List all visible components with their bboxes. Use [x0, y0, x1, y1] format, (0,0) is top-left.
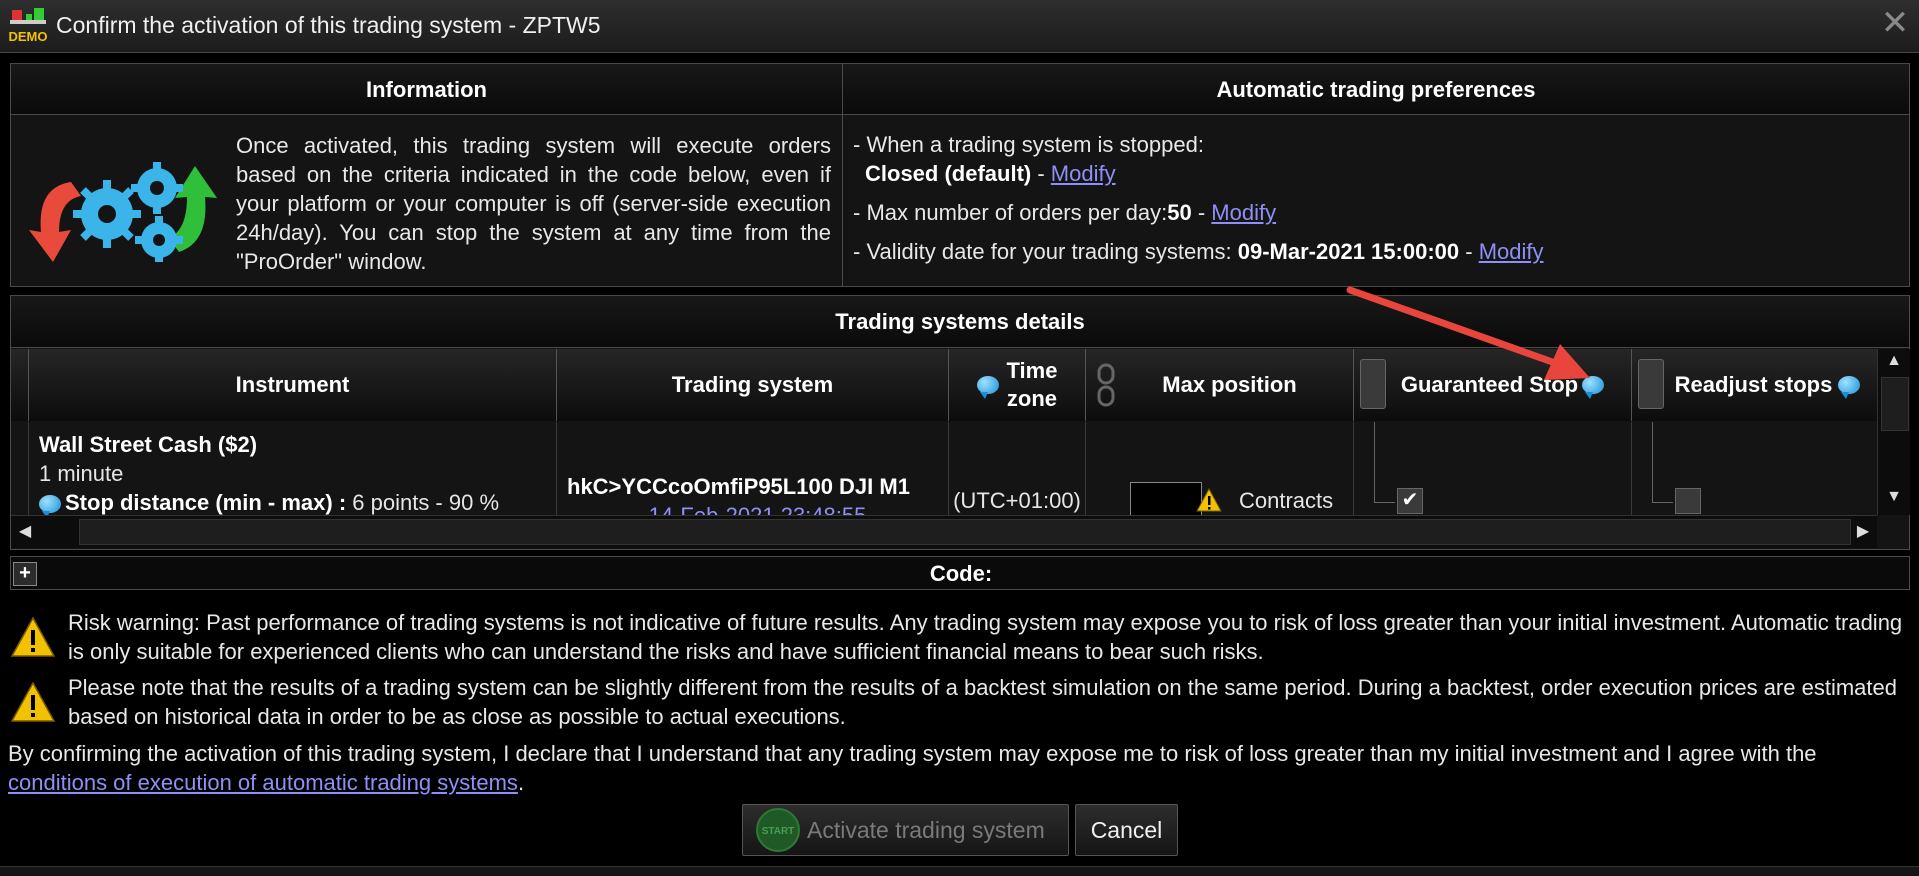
vertical-scroll-thumb[interactable] [1881, 377, 1909, 431]
information-text: Once activated, this trading system will… [236, 133, 831, 274]
declaration-text: By confirming the activation of this tra… [8, 741, 1817, 766]
column-trading-system[interactable]: Trading system [557, 349, 949, 421]
column-readjust-stops[interactable]: Readjust stops [1632, 349, 1877, 421]
instrument-name: Wall Street Cash ($2) [39, 432, 258, 457]
scroll-right-icon[interactable]: ▶ [1851, 520, 1875, 544]
modify-stopped-link[interactable]: Modify [1051, 161, 1116, 186]
time-zone-value: (UTC+01:00) [953, 488, 1081, 513]
pref-max-orders-row: - Max number of orders per day:50 - Modi… [853, 198, 1543, 227]
horizontal-scroll-thumb[interactable] [79, 519, 1851, 545]
activate-label: Activate trading system [807, 816, 1045, 843]
pref-separator: - [1031, 161, 1051, 186]
instrument-timeframe: 1 minute [39, 461, 124, 486]
column-handle [11, 349, 29, 421]
link-chain-icon[interactable] [1360, 359, 1386, 409]
warning-icon [10, 616, 56, 657]
scroll-down-icon[interactable]: ▼ [1882, 485, 1906, 509]
modify-validity-link[interactable]: Modify [1479, 239, 1544, 264]
cancel-button[interactable]: Cancel [1075, 804, 1178, 856]
pref-separator: - [1459, 239, 1479, 264]
column-max-position[interactable]: Max position [1086, 349, 1354, 421]
code-panel: + Code: [10, 556, 1910, 590]
time-zone-line2: zone [1006, 386, 1058, 411]
conditions-link[interactable]: conditions of execution of automatic tra… [8, 770, 518, 795]
preferences-panel: Automatic trading preferences - When a t… [842, 63, 1910, 287]
demo-badge-icon: DEMO [9, 8, 48, 44]
stop-distance-value: 6 points - 90 % [346, 490, 500, 515]
details-header: Trading systems details [11, 296, 1909, 348]
info-bubble-icon[interactable] [1582, 376, 1605, 399]
horizontal-scrollbar[interactable]: ◀ ▶ [11, 515, 1877, 548]
modify-max-orders-link[interactable]: Modify [1211, 200, 1276, 225]
details-panel: Trading systems details Instrument Tradi… [10, 295, 1910, 550]
guaranteed-stop-checkbox[interactable]: ✔ [1397, 488, 1423, 514]
risk-warning-text: Risk warning: Past performance of tradin… [68, 610, 1903, 664]
demo-badge-text: DEMO [9, 29, 48, 44]
start-icon-text: START [762, 826, 795, 837]
trading-system-name: hkC>YCCcoOmfiP95L100 DJI M1 [567, 474, 910, 499]
link-chain-icon[interactable] [1638, 359, 1664, 409]
cell-trading-system: hkC>YCCcoOmfiP95L100 DJI M1 14-Feb-2021 … [557, 422, 949, 515]
info-bubble-icon[interactable] [1838, 376, 1861, 399]
declaration: By confirming the activation of this tra… [8, 739, 1888, 797]
cell-readjust-stops [1632, 422, 1877, 515]
tree-connector [1374, 422, 1395, 503]
pref-max-orders-value: 50 [1167, 200, 1192, 225]
details-table: Instrument Trading system Time zone Max p… [11, 349, 1877, 515]
column-readjust-stops-label: Readjust stops [1674, 372, 1833, 397]
pref-stopped-row: Closed (default) - Modify [853, 159, 1543, 188]
declaration-end: . [517, 770, 525, 795]
cell-guaranteed-stop: ✔ [1354, 422, 1632, 515]
cell-max-position: Contracts [1086, 422, 1354, 515]
scroll-left-icon[interactable]: ◀ [13, 520, 37, 544]
column-max-position-label: Max position [1162, 372, 1297, 397]
column-guaranteed-stop[interactable]: Guaranteed Stop [1354, 349, 1632, 421]
close-icon[interactable]: ✕ [1879, 6, 1911, 40]
max-position-unit: Contracts [1239, 488, 1334, 513]
vertical-scrollbar[interactable]: ▲ ▼ [1877, 349, 1910, 515]
stop-distance-label: Stop distance (min - max) : [65, 490, 347, 515]
pref-validity-value: 09-Mar-2021 15:00:00 [1237, 239, 1460, 264]
max-position-input[interactable] [1130, 482, 1202, 515]
preferences-header: Automatic trading preferences [843, 64, 1909, 115]
start-icon: START [756, 808, 800, 852]
link-chain-icon[interactable] [1096, 363, 1116, 407]
readjust-stops-checkbox[interactable] [1675, 488, 1701, 514]
code-label: Code: [929, 561, 993, 586]
pref-separator: - [1191, 200, 1212, 225]
activate-trading-system-button[interactable]: START Activate trading system [742, 804, 1069, 856]
tree-connector [1652, 422, 1673, 503]
column-instrument[interactable]: Instrument [29, 349, 557, 421]
warning-icon [1196, 488, 1222, 512]
preferences-list: - When a trading system is stopped: Clos… [853, 130, 1543, 276]
column-time-zone-label: Time zone [1007, 357, 1058, 413]
cancel-label: Cancel [1090, 816, 1163, 843]
pref-validity-row: - Validity date for your trading systems… [853, 237, 1543, 266]
column-guaranteed-stop-label: Guaranteed Stop [1400, 372, 1579, 397]
info-bubble-icon[interactable] [39, 495, 61, 515]
backtest-warning-text: Please note that the results of a tradin… [68, 675, 1897, 729]
expand-code-button[interactable]: + [13, 562, 37, 586]
window-title: Confirm the activation of this trading s… [56, 12, 601, 38]
trading-system-date: 14-Feb-2021 23:48:55 [567, 501, 948, 515]
cell-handle [11, 422, 29, 515]
warning-icon [10, 681, 56, 722]
information-panel: Information Once activated, this trading… [10, 63, 843, 287]
time-zone-line1: Time [1006, 358, 1058, 383]
pref-validity-label: - Validity date for your trading systems… [853, 239, 1238, 264]
pref-stopped-value: Closed (default) [865, 161, 1032, 186]
cell-instrument: Wall Street Cash ($2) 1 minute Stop dist… [29, 422, 557, 515]
title-bar: DEMO Confirm the activation of this trad… [0, 0, 1919, 53]
cell-time-zone: (UTC+01:00) [949, 422, 1086, 515]
stop-distance: Stop distance (min - max) : 6 points - 9… [39, 488, 556, 515]
gears-arrows-icon [29, 162, 217, 262]
pref-max-orders-label: - Max number of orders per day: [853, 200, 1168, 225]
scroll-up-icon[interactable]: ▲ [1882, 349, 1906, 373]
column-time-zone[interactable]: Time zone [949, 349, 1086, 421]
information-header: Information [11, 64, 842, 115]
pref-stopped-label: - When a trading system is stopped: [853, 132, 1204, 157]
info-bubble-icon[interactable] [976, 376, 999, 399]
